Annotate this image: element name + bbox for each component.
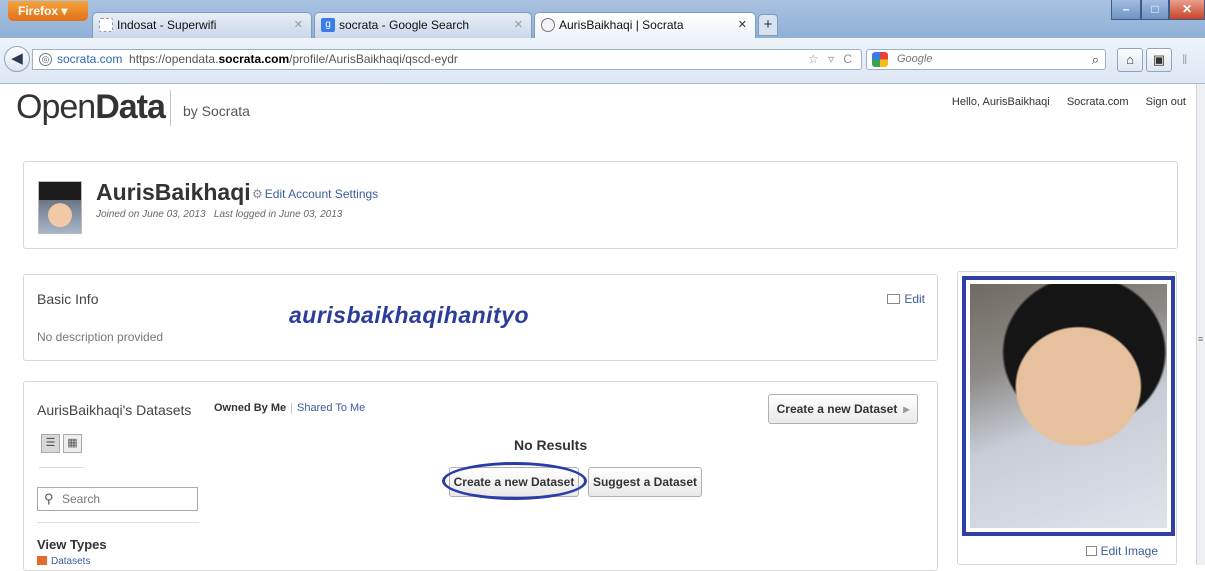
logo-divider [170,90,171,126]
close-window-button[interactable]: ✕ [1169,0,1205,20]
joined-date: Joined on June 03, 2013 [96,209,206,220]
tab-label: AurisBaikhaqi | Socrata [559,18,684,32]
page-icon [99,18,113,32]
description-text: No description provided [37,330,164,344]
search-placeholder: Google [897,53,933,65]
dataset-search-input[interactable]: ⚲ Search [37,487,198,511]
url-path: /profile/AurisBaikhaqi/qscd-eydr [289,52,458,66]
divider [37,522,199,523]
close-icon[interactable]: ✕ [514,18,523,31]
grid-view-icon[interactable]: ▦ [63,434,82,453]
view-type-datasets[interactable]: Datasets [37,556,90,567]
view-toggle: ☰ ▦ [41,434,85,454]
search-placeholder: Search [62,492,101,506]
view-type-label: Datasets [51,556,91,567]
tab-indosat[interactable]: Indosat - Superwifi ✕ [92,12,312,38]
page-content: OpenData by Socrata Hello, AurisBaikhaqi… [0,84,1196,571]
edit-label: Edit [904,292,925,306]
new-tab-button[interactable]: + [758,14,778,36]
create-dataset-top-button[interactable]: Create a new Dataset ▸ [768,394,918,424]
addons-button[interactable]: ▣ [1146,48,1172,72]
divider [39,467,84,468]
avatar [38,181,82,234]
browser-titlebar: Firefox ▾ Indosat - Superwifi ✕ g socrat… [0,0,1205,38]
search-icon[interactable]: ⌕ [1092,50,1099,69]
minimize-button[interactable]: – [1111,0,1141,20]
highlight-ring [442,462,587,500]
firefox-menu-button[interactable]: Firefox ▾ [8,1,88,21]
tab-owned-by-me[interactable]: Owned By Me [214,402,286,414]
no-results-text: No Results [514,437,588,453]
list-view-icon[interactable]: ☰ [41,434,60,453]
datasets-title: AurisBaikhaqi's Datasets [37,402,192,418]
profile-photo-frame [962,276,1175,536]
back-button[interactable]: ◀ [4,46,30,72]
tab-socrata[interactable]: AurisBaikhaqi | Socrata ✕ [534,12,756,38]
create-dataset-top-label: Create a new Dataset [776,402,898,416]
search-engine-icon[interactable] [872,52,888,67]
site-identity-icon[interactable]: ◎ [39,53,52,66]
greeting-link[interactable]: Hello, AurisBaikhaqi [952,96,1050,108]
image-icon [1085,546,1097,556]
suggest-dataset-button[interactable]: Suggest a Dataset [588,467,702,497]
dataset-filter-tabs: Owned By Me | Shared To Me [214,402,365,414]
last-login: Last logged in June 03, 2013 [213,209,343,220]
view-types-heading: View Types [37,537,107,552]
edit-basic-info-link[interactable]: Edit [887,292,925,306]
tab-google-search[interactable]: g socrata - Google Search ✕ [314,12,532,38]
maximize-button[interactable]: □ [1141,0,1169,20]
url-scheme: https://opendata. [129,52,219,66]
url-domain: socrata.com [218,52,290,66]
url-identity: socrata.com [57,52,123,66]
tab-label: Indosat - Superwifi [117,18,217,32]
opendata-logo[interactable]: OpenData [16,88,166,127]
basic-info-title: Basic Info [37,291,99,307]
edit-account-settings-link[interactable]: ⚙ Edit Account Settings [252,187,378,201]
home-button[interactable]: ⌂ [1117,48,1143,72]
navigation-toolbar: ◀ ◎ socrata.com https://opendata.socrata… [0,38,1205,84]
tab-separator: | [290,402,293,414]
url-actions: ☆ ▿ C [808,50,855,69]
sign-out-link[interactable]: Sign out [1146,96,1186,108]
edit-icon [887,294,901,304]
url-bar[interactable]: ◎ socrata.com https://opendata.socrata.c… [32,49,862,70]
socrata-icon [541,18,555,32]
toolbar-overflow-icon[interactable]: ‖ [1182,52,1187,67]
user-links: Hello, AurisBaikhaqi Socrata.com Sign ou… [938,96,1186,108]
close-icon[interactable]: ✕ [738,18,747,31]
edit-image-link[interactable]: Edit Image [1085,544,1158,558]
edit-settings-label: Edit Account Settings [264,187,379,201]
profile-name: AurisBaikhaqi [96,179,251,205]
scroll-grip-icon[interactable]: ≡ [1198,334,1205,344]
google-icon: g [321,18,335,32]
datasets-panel: AurisBaikhaqi's Datasets Owned By Me | Sha… [23,381,938,571]
profile-photo [970,284,1167,528]
tab-label: socrata - Google Search [339,18,470,32]
profile-header: AurisBaikhaqi ⚙ Edit Account Settings Joi… [23,161,1178,249]
dataset-icon [37,556,47,565]
socrata-link[interactable]: Socrata.com [1067,96,1129,108]
tab-shared-to-me[interactable]: Shared To Me [297,402,365,414]
join-info: Joined on June 03, 2013 Last logged in J… [96,209,342,220]
profile-image-panel: Edit Image [957,271,1177,565]
search-bar[interactable]: Google ⌕ [866,49,1106,70]
close-icon[interactable]: ✕ [294,18,303,31]
page-scrollbar[interactable]: ≡ [1196,84,1205,565]
edit-image-label: Edit Image [1100,544,1158,558]
history-dropdown-icon[interactable]: ▿ [828,52,837,66]
watermark-text: aurisbaikhaqihanityo [289,302,530,328]
reload-icon[interactable]: C [843,52,855,66]
search-icon: ⚲ [44,491,54,506]
chevron-right-icon: ▸ [903,402,910,416]
bookmark-star-icon[interactable]: ☆ [808,52,822,66]
gear-icon: ⚙ [252,187,263,201]
basic-info-panel: Basic Info No description provided auris… [23,274,938,361]
by-socrata: by Socrata [183,103,250,119]
